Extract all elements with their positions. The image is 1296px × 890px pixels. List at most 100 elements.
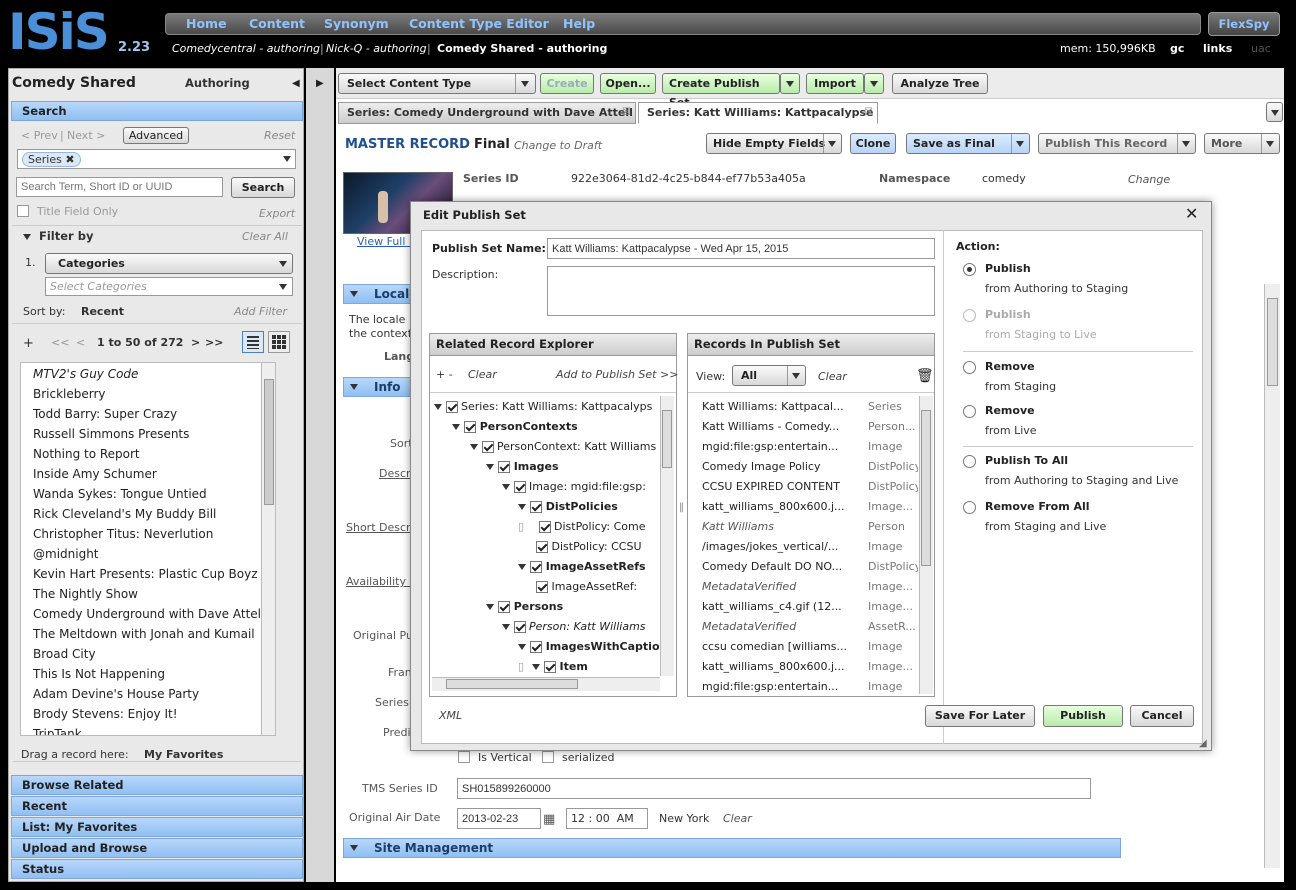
filter-collapse-icon[interactable] [23,234,31,240]
record-row[interactable]: mgid:file:gsp:entertain... Image [702,440,902,453]
record-row[interactable]: MetadataVerified Image... [702,580,913,593]
list-item[interactable]: Nothing to Report [33,447,140,461]
hide-empty-fields-button[interactable]: Hide Empty Fields [706,133,842,154]
clear-explorer-link[interactable]: Clear [468,368,497,381]
tree-scrollbar-h[interactable] [432,677,660,691]
tree-checkbox[interactable] [536,581,548,593]
change-to-draft-link[interactable]: Change to Draft [514,139,602,152]
expand-icon[interactable] [502,484,510,490]
record-row[interactable]: Katt Williams Person [702,520,905,533]
record-row[interactable]: Katt Williams - Comedy... Person... [702,420,915,433]
record-row[interactable]: ccsu comedian [williams... Image [702,640,902,653]
status-header[interactable]: Status [11,859,303,879]
main-scrollbar[interactable] [1264,284,1280,868]
list-item[interactable]: Russell Simmons Presents [33,427,189,441]
expand-icon[interactable] [502,624,510,630]
records-scrollbar[interactable] [919,396,933,694]
publish-set-name-input[interactable] [547,238,935,259]
tree-node[interactable]: ▯ Item [518,660,588,673]
resize-handle-icon[interactable]: ◢ [1199,738,1207,749]
nav-synonym[interactable]: Synonym [324,16,389,31]
splitter-handle[interactable]: ‖ [679,502,684,513]
tree-node[interactable]: Series: Katt Williams: Kattpacalyps [434,400,652,413]
expand-icon[interactable] [518,644,526,650]
close-icon[interactable]: ✕ [1185,204,1198,223]
nav-home[interactable]: Home [186,16,227,31]
reset-link[interactable]: Reset [264,129,295,142]
select-content-type-dropdown[interactable]: Select Content Type [338,73,536,94]
record-row[interactable]: Comedy Image Policy DistPolicy [702,460,918,473]
more-button[interactable]: More [1204,133,1280,154]
expand-right-icon[interactable]: ▶ [316,78,324,89]
list-item[interactable]: Kevin Hart Presents: Plastic Cup Boyz [33,567,258,581]
tabs-overflow-menu[interactable] [1266,102,1283,122]
next-link[interactable]: Next > [67,129,105,142]
import-menu[interactable] [864,73,884,94]
collapse-icon[interactable] [350,291,358,297]
tree-checkbox[interactable] [481,441,494,453]
tree-checkbox[interactable] [529,561,542,573]
pager-next[interactable]: > [191,336,200,349]
advanced-button[interactable]: Advanced [123,127,189,144]
record-row[interactable]: MetadataVerified AssetR... [702,620,916,633]
create-button[interactable]: Create [540,73,594,94]
chevron-down-icon[interactable] [283,156,291,162]
list-item[interactable]: TripTank [33,727,82,735]
record-row[interactable]: /images/jokes_vertical/... Image [702,540,902,553]
tree-checkbox[interactable] [497,601,510,613]
clear-date-link[interactable]: Clear [723,812,752,825]
list-item[interactable]: Rick Cleveland's My Buddy Bill [33,507,216,521]
sort-value[interactable]: Recent [81,305,124,318]
flexspy-button[interactable]: FlexSpy [1208,12,1280,36]
tree-node[interactable]: DistPolicies [518,500,618,513]
expand-icon[interactable] [486,464,494,470]
action-radio-publish-live[interactable] [963,309,976,322]
publish-this-record-button[interactable]: Publish This Record [1038,133,1196,154]
tree-node[interactable]: Images [486,460,559,473]
expand-icon[interactable] [518,504,526,510]
list-item[interactable]: Wanda Sykes: Tongue Untied [33,487,207,501]
search-button[interactable]: Search [231,177,295,198]
list-item[interactable]: Christopher Titus: Neverlution [33,527,213,541]
record-row[interactable]: katt_williams_800x600.j... Image... [702,660,913,673]
list-item[interactable]: MTV2's Guy Code [33,367,138,381]
tree-checkbox[interactable] [497,461,510,473]
upload-browse-header[interactable]: Upload and Browse [11,838,303,858]
list-view-icon[interactable] [242,331,264,353]
expand-icon[interactable] [434,404,442,410]
tree-node[interactable]: Persons [486,600,563,613]
action-radio-remove-all[interactable] [963,501,976,514]
tree-node[interactable]: ▯ DistPolicy: Come [518,520,646,533]
tree-node[interactable]: ImageAssetRefs [518,560,646,573]
tree-node[interactable]: PersonContexts [452,420,578,433]
export-link[interactable]: Export [259,207,295,220]
list-item[interactable]: This Is Not Happening [33,667,165,681]
add-button[interactable]: + [23,336,34,351]
env-link-comedyshared[interactable]: Comedy Shared - authoring [437,42,607,55]
record-row[interactable]: CCSU EXPIRED CONTENT DistPolicy [702,480,918,493]
tree-scrollbar-v[interactable] [660,396,674,676]
list-item[interactable]: Comedy Underground with Dave Attell [33,607,264,621]
serialized-checkbox[interactable] [542,751,554,763]
action-radio-remove-live[interactable] [963,405,976,418]
expand-icon[interactable] [486,604,494,610]
favorites-list-header[interactable]: List: My Favorites [11,817,303,837]
list-item[interactable]: Broad City [33,647,96,661]
cancel-button[interactable]: Cancel [1130,705,1194,727]
close-tab-icon[interactable]: ☒ [622,103,631,123]
analyze-tree-button[interactable]: Analyze Tree [892,73,988,94]
select-categories-field[interactable]: Select Categories [45,277,293,296]
tree-node[interactable]: ImageAssetRef: [536,580,637,593]
tree-node[interactable]: DistPolicy: CCSU [536,540,642,553]
tree-checkbox[interactable] [529,641,542,653]
list-item[interactable]: Todd Barry: Super Crazy [33,407,177,421]
import-button[interactable]: Import [806,73,864,94]
trash-icon[interactable]: 🗑 [916,368,934,384]
search-section-header[interactable]: Search [11,101,303,121]
browse-related-header[interactable]: Browse Related [11,775,303,795]
record-row[interactable]: katt_williams_c4.gif (12... Image... [702,600,913,613]
collapse-icon[interactable] [350,845,358,851]
add-filter-link[interactable]: Add Filter [234,305,287,318]
clone-button[interactable]: Clone [850,133,896,154]
air-date-input[interactable] [457,808,541,829]
